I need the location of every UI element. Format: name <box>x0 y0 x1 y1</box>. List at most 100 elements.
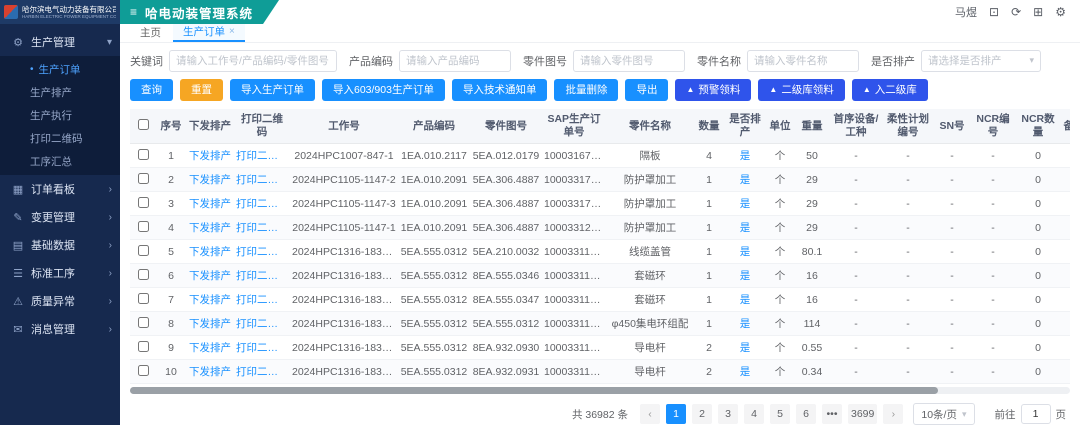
prev-page-icon[interactable]: ‹ <box>640 404 660 424</box>
row-checkbox[interactable] <box>138 341 149 352</box>
row-checkbox[interactable] <box>138 365 149 376</box>
page-button[interactable]: 3 <box>718 404 738 424</box>
settings-icon[interactable]: ⚙ <box>1055 5 1066 19</box>
apps-grid-icon[interactable]: ⊞ <box>1033 5 1043 19</box>
select-all-checkbox[interactable] <box>138 119 149 130</box>
send-schedule-link[interactable]: 下发排产 <box>186 336 234 360</box>
l2-inbound-button[interactable]: ▲ 入二级库 <box>852 79 928 101</box>
send-schedule-link[interactable]: 下发排产 <box>186 312 234 336</box>
sidebar-collapse-icon[interactable]: ≡ <box>130 5 137 19</box>
send-schedule-link[interactable]: 下发排产 <box>186 264 234 288</box>
cell-part-no: 5EA.306.4887 <box>470 192 542 216</box>
print-qr-link[interactable]: 打印二维码 <box>234 240 290 264</box>
cell-ncr-no: - <box>970 168 1016 192</box>
tab-production-order[interactable]: 生产订单 × <box>173 24 245 42</box>
row-checkbox[interactable] <box>138 269 149 280</box>
product-code-input[interactable] <box>399 50 511 72</box>
sidebar-group-order-board[interactable]: ▦ 订单看板 › <box>0 175 120 203</box>
company-name-en: HARBIN ELECTRIC POWER EQUIPMENT COMPANY … <box>22 14 116 20</box>
sidebar-item-production-order[interactable]: • 生产订单 <box>0 58 120 81</box>
cell-ncr-no: - <box>970 240 1016 264</box>
row-checkbox-cell <box>130 360 156 384</box>
scrollbar-thumb[interactable] <box>130 387 938 394</box>
export-button[interactable]: 导出 <box>625 79 668 101</box>
goto-page-input[interactable] <box>1021 404 1051 424</box>
print-qr-link[interactable]: 打印二维码 <box>234 336 290 360</box>
row-checkbox[interactable] <box>138 197 149 208</box>
page-button[interactable]: 4 <box>744 404 764 424</box>
cell-weight: 114 <box>794 312 830 336</box>
sidebar-group-production[interactable]: ⚙ 生产管理 ▾ <box>0 28 120 56</box>
sidebar-item-process-summary[interactable]: 工序汇总 <box>0 150 120 173</box>
row-checkbox[interactable] <box>138 173 149 184</box>
page-size-select[interactable]: 10条/页 ▾ <box>913 403 974 425</box>
page-button[interactable]: 5 <box>770 404 790 424</box>
row-checkbox[interactable] <box>138 317 149 328</box>
fullscreen-icon[interactable]: ⊡ <box>989 5 999 19</box>
tab-home[interactable]: 主页 <box>130 24 171 42</box>
cell-flex-plan-no: - <box>882 288 934 312</box>
page-button[interactable]: 1 <box>666 404 686 424</box>
page-button-last[interactable]: 3699 <box>848 404 877 424</box>
print-qr-link[interactable]: 打印二维码 <box>234 360 290 384</box>
cell-sap-order-no: 10003311349 <box>542 288 606 312</box>
scheduled-select[interactable]: 请选择是否排产 ▾ <box>921 50 1041 72</box>
import-tech-notice-button[interactable]: 导入技术通知单 <box>452 79 548 101</box>
row-checkbox[interactable] <box>138 245 149 256</box>
table-row: 6下发排产打印二维码2024HPC1316-1833-25EA.555.0312… <box>130 264 1070 288</box>
sidebar-item-print-qrcode[interactable]: 打印二维码 <box>0 127 120 150</box>
print-qr-link[interactable]: 打印二维码 <box>234 168 290 192</box>
part-no-input[interactable] <box>573 50 685 72</box>
row-checkbox[interactable] <box>138 221 149 232</box>
sidebar-group-quality-exception[interactable]: ⚠ 质量异常 › <box>0 287 120 315</box>
cell-sap-order-no: 10003311347 <box>542 360 606 384</box>
page-ellipsis[interactable]: ••• <box>822 404 842 424</box>
print-qr-link[interactable]: 打印二维码 <box>234 312 290 336</box>
sidebar-group-message-mgmt[interactable]: ✉ 消息管理 › <box>0 315 120 343</box>
sidebar-group-standard-process[interactable]: ☰ 标准工序 › <box>0 259 120 287</box>
cell-weight: 16 <box>794 288 830 312</box>
sidebar-item-production-scheduling[interactable]: 生产排产 <box>0 81 120 104</box>
part-name-input[interactable] <box>747 50 859 72</box>
send-schedule-link[interactable]: 下发排产 <box>186 144 234 168</box>
page-button[interactable]: 2 <box>692 404 712 424</box>
import-603-button[interactable]: 导入603/903生产订单 <box>322 79 445 101</box>
import-order-button[interactable]: 导入生产订单 <box>230 79 315 101</box>
print-qr-link[interactable]: 打印二维码 <box>234 144 290 168</box>
row-checkbox-cell <box>130 336 156 360</box>
row-checkbox[interactable] <box>138 293 149 304</box>
next-page-icon[interactable]: › <box>883 404 903 424</box>
production-icon: ⚙ <box>12 36 24 49</box>
search-button[interactable]: 查询 <box>130 79 173 101</box>
sidebar-group-base-data[interactable]: ▤ 基础数据 › <box>0 231 120 259</box>
print-qr-link[interactable]: 打印二维码 <box>234 216 290 240</box>
cell-job-no: 2024HPC1105-1147-1 <box>290 216 398 240</box>
sidebar-item-production-execution[interactable]: 生产执行 <box>0 104 120 127</box>
close-icon[interactable]: × <box>229 26 235 37</box>
cell-part-no: 8EA.555.0347 <box>470 288 542 312</box>
print-qr-link[interactable]: 打印二维码 <box>234 288 290 312</box>
send-schedule-link[interactable]: 下发排产 <box>186 240 234 264</box>
batch-delete-button[interactable]: 批量删除 <box>554 79 618 101</box>
user-name[interactable]: 马煜 <box>955 4 977 20</box>
print-qr-link[interactable]: 打印二维码 <box>234 192 290 216</box>
cell-part-name: 套磁环 <box>606 264 694 288</box>
page-button[interactable]: 6 <box>796 404 816 424</box>
send-schedule-link[interactable]: 下发排产 <box>186 288 234 312</box>
table-row: 3下发排产打印二维码2024HPC1105-1147-31EA.010.2091… <box>130 192 1070 216</box>
refresh-icon[interactable]: ⟳ <box>1011 5 1021 19</box>
send-schedule-link[interactable]: 下发排产 <box>186 216 234 240</box>
sidebar-group-change-mgmt[interactable]: ✎ 变更管理 › <box>0 203 120 231</box>
row-checkbox[interactable] <box>138 149 149 160</box>
keyword-input[interactable] <box>169 50 337 72</box>
reset-button[interactable]: 重置 <box>180 79 223 101</box>
column-header: 零件名称 <box>606 109 694 144</box>
warn-picking-button[interactable]: ▲ 预警领料 <box>675 79 751 101</box>
print-qr-link[interactable]: 打印二维码 <box>234 264 290 288</box>
send-schedule-link[interactable]: 下发排产 <box>186 168 234 192</box>
send-schedule-link[interactable]: 下发排产 <box>186 192 234 216</box>
cell-sap-order-no: 10003311350 <box>542 240 606 264</box>
l2-picking-button[interactable]: ▲ 二级库领料 <box>758 79 844 101</box>
send-schedule-link[interactable]: 下发排产 <box>186 360 234 384</box>
alert-icon: ⚠ <box>12 295 24 308</box>
